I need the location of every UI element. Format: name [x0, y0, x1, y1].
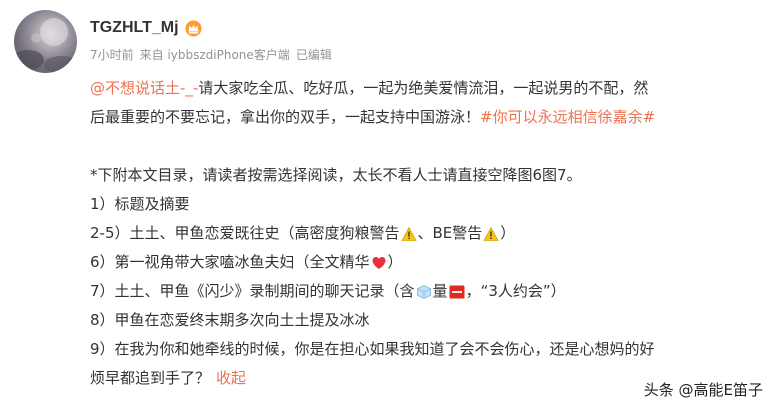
author-row: TGZHLT_Mj — [90, 19, 202, 37]
content-text: ，“3人约会”） — [465, 282, 566, 300]
collapse-button[interactable]: 收起 — [216, 364, 246, 393]
toc-item-6: 9）在我为你和她牵线的时候，你是在担心如果我知道了会不会伤心，还是心想妈的好 — [90, 335, 762, 364]
warning-icon — [483, 226, 499, 242]
weibo-post: TGZHLT_Mj 7小时前 来自 iybbszdiPhone客户端 已编辑 @… — [0, 0, 779, 410]
hashtag-link[interactable]: #你可以永远相信徐嘉余# — [480, 103, 655, 132]
toc-item-1: 1）标题及摘要 — [90, 190, 762, 219]
heart-icon — [371, 255, 387, 271]
content-line-1: @不想说话土-_- 请大家吃全瓜、吃好瓜，一起为绝美爱情流泪，一起说男的不配，然 — [90, 74, 762, 103]
content-text: ） — [500, 224, 516, 242]
post-meta: 7小时前 来自 iybbszdiPhone客户端 已编辑 — [90, 46, 332, 63]
toc-item-4: 7）土土、甲鱼《闪少》录制期间的聊天记录（含 量 ，“3人约会”） — [90, 277, 762, 306]
content-text: 1）标题及摘要 — [90, 195, 190, 213]
content-text: 请大家吃全瓜、吃好瓜，一起为绝美爱情流泪，一起说男的不配，然 — [198, 79, 649, 97]
mention-link[interactable]: @不想说话土-_- — [90, 74, 198, 103]
content-text: ） — [387, 253, 403, 271]
content-text: 6）第一视角带大家嗑冰鱼夫妇（全文精华 — [90, 253, 370, 271]
content-text: 7）土土、甲鱼《闪少》录制期间的聊天记录（含 — [90, 282, 415, 300]
ice-cube-icon — [416, 284, 432, 300]
content-text: 烦早都追到手了？ — [90, 369, 211, 387]
content-text: 9）在我为你和她牵线的时候，你是在担心如果我知道了会不会伤心，还是心想妈的好 — [90, 340, 655, 358]
post-source: 来自 iybbszdiPhone客户端 — [139, 48, 290, 62]
sos-icon — [449, 284, 465, 300]
post-time[interactable]: 7小时前 — [90, 46, 134, 63]
content-line-2: 后最重要的不要忘记，拿出你的双手，一起支持中国游泳！ #你可以永远相信徐嘉余# — [90, 103, 762, 132]
content-line-3: *下附本文目录，请读者按需选择阅读，太长不看人士请直接空降图6图7。 — [90, 161, 762, 190]
content-text: 2-5）土土、甲鱼恋爱既往史（高密度狗粮警告 — [90, 224, 400, 242]
content-text: 量 — [432, 282, 448, 300]
content-text: 后最重要的不要忘记，拿出你的双手，一起支持中国游泳！ — [90, 108, 481, 126]
warning-icon — [400, 226, 417, 242]
post-content: @不想说话土-_- 请大家吃全瓜、吃好瓜，一起为绝美爱情流泪，一起说男的不配，然… — [90, 74, 762, 393]
edited-label[interactable]: 已编辑 — [296, 46, 332, 63]
content-text: 、BE警告 — [417, 224, 483, 242]
toc-item-2: 2-5）土土、甲鱼恋爱既往史（高密度狗粮警告 、BE警告 ） — [90, 219, 762, 248]
content-text: *下附本文目录，请读者按需选择阅读，太长不看人士请直接空降图6图7。 — [90, 166, 582, 184]
toc-item-5: 8）甲鱼在恋爱终末期多次向土土提及冰冰 — [90, 306, 762, 335]
avatar[interactable] — [14, 10, 77, 73]
username-link[interactable]: TGZHLT_Mj — [90, 19, 179, 37]
avatar-image — [14, 18, 77, 73]
toc-item-3: 6）第一视角带大家嗑冰鱼夫妇（全文精华 ） — [90, 248, 762, 277]
content-text: 8）甲鱼在恋爱终末期多次向土土提及冰冰 — [90, 311, 370, 329]
crown-vip-icon[interactable] — [185, 20, 202, 37]
watermark: 头条 @高能E笛子 — [643, 381, 763, 399]
